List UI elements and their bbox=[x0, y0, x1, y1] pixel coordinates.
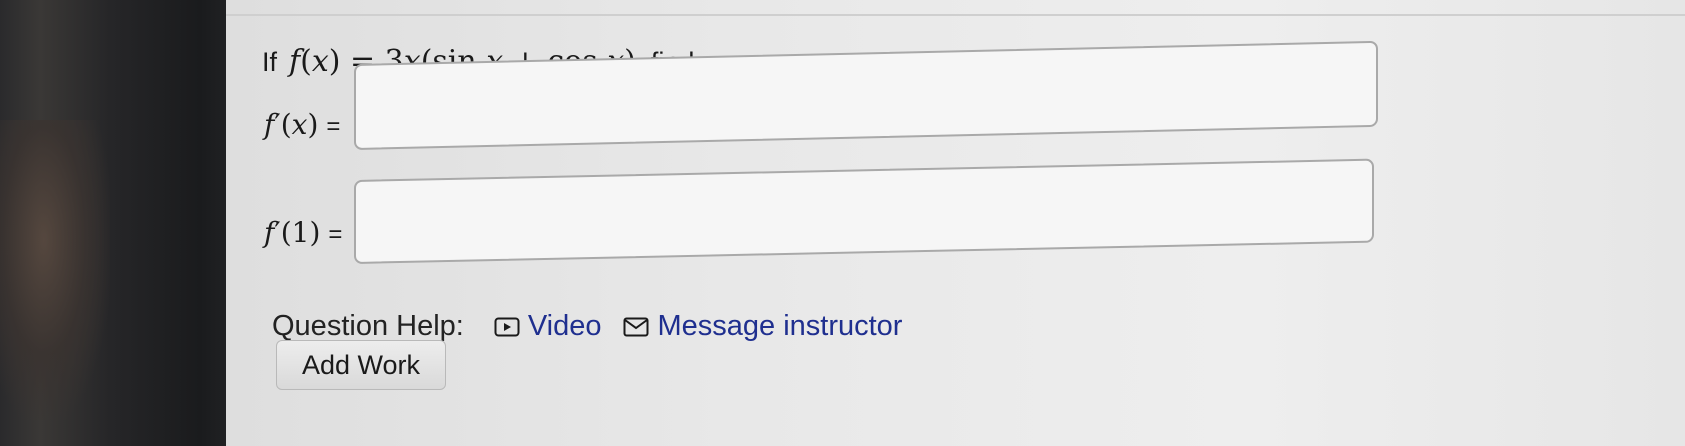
divider bbox=[226, 14, 1685, 16]
message-instructor-link[interactable]: Message instructor bbox=[623, 310, 902, 343]
envelope-icon bbox=[623, 317, 649, 336]
question-help: Question Help: Video Message instructor bbox=[272, 310, 924, 343]
question-prefix: If bbox=[262, 47, 278, 77]
add-work-button[interactable]: Add Work bbox=[276, 340, 446, 390]
question-help-label: Question Help: bbox=[272, 310, 464, 342]
video-link[interactable]: Video bbox=[494, 310, 602, 343]
equals-sign: = bbox=[326, 113, 341, 140]
answer-label-derivative: f′(x) = bbox=[264, 108, 341, 141]
photo-frame: If f(x) = 3x(sin x + cos x) , find f′(x)… bbox=[0, 0, 1685, 446]
answer-label-derivative-at-1: f′(1) = bbox=[264, 216, 343, 249]
video-play-icon bbox=[494, 317, 520, 336]
video-link-label: Video bbox=[527, 310, 602, 342]
derivative-at-1-answer-input[interactable] bbox=[354, 158, 1374, 264]
equals-sign: = bbox=[328, 221, 343, 248]
background-blur bbox=[0, 120, 110, 420]
question-panel: If f(x) = 3x(sin x + cos x) , find f′(x)… bbox=[226, 0, 1685, 446]
message-instructor-label: Message instructor bbox=[657, 310, 903, 342]
